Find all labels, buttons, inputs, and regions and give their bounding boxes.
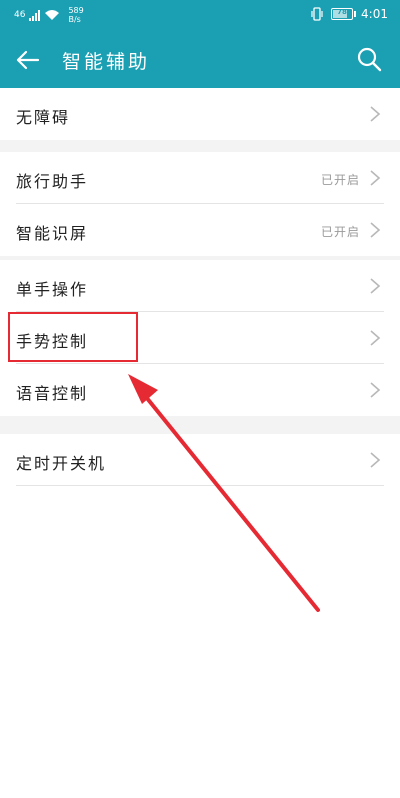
status-right: 78 4:01 [311,7,388,21]
chevron-right-icon [370,170,381,186]
highlight-box [8,312,138,362]
battery-level: 78 [337,8,347,16]
settings-item-voice-control[interactable]: 语音控制 [0,364,400,416]
chevron-right-icon [370,106,381,122]
battery-icon: 78 [331,8,357,20]
settings-item-smart-screen-recognition[interactable]: 智能识屏 已开启 [0,204,400,256]
settings-item-scheduled-power[interactable]: 定时开关机 [0,434,400,486]
network-type: 46 [14,9,26,20]
item-label: 单手操作 [16,280,89,299]
settings-item-travel-assistant[interactable]: 旅行助手 已开启 [0,152,400,204]
item-status: 已开启 [320,173,360,187]
chevron-right-icon [370,452,381,468]
settings-item-accessibility[interactable]: 无障碍 [0,88,400,140]
item-status: 已开启 [320,225,360,239]
signal-icon [29,9,41,21]
page-title: 智能辅助 [62,51,151,73]
vibrate-icon [311,7,323,21]
chevron-right-icon [370,330,381,346]
clock: 4:01 [361,7,388,21]
chevron-right-icon [370,382,381,398]
section-gap [0,140,400,152]
wifi-icon [45,10,60,20]
search-icon[interactable] [356,46,382,72]
item-label: 语音控制 [16,384,89,403]
status-bar: 46 589 B/s 78 4:01 [0,0,400,32]
item-label: 旅行助手 [16,172,89,191]
divider [16,485,384,486]
app-bar: 智能辅助 [0,32,400,88]
item-label: 定时开关机 [16,454,107,473]
settings-item-one-handed-mode[interactable]: 单手操作 [0,260,400,312]
status-left: 46 589 B/s [14,6,84,24]
section-gap [0,416,400,434]
item-label: 无障碍 [16,108,71,127]
chevron-right-icon [370,278,381,294]
network-speed: 589 B/s [68,6,84,24]
arrow-left-icon[interactable] [14,46,42,74]
item-label: 智能识屏 [16,224,89,243]
chevron-right-icon [370,222,381,238]
